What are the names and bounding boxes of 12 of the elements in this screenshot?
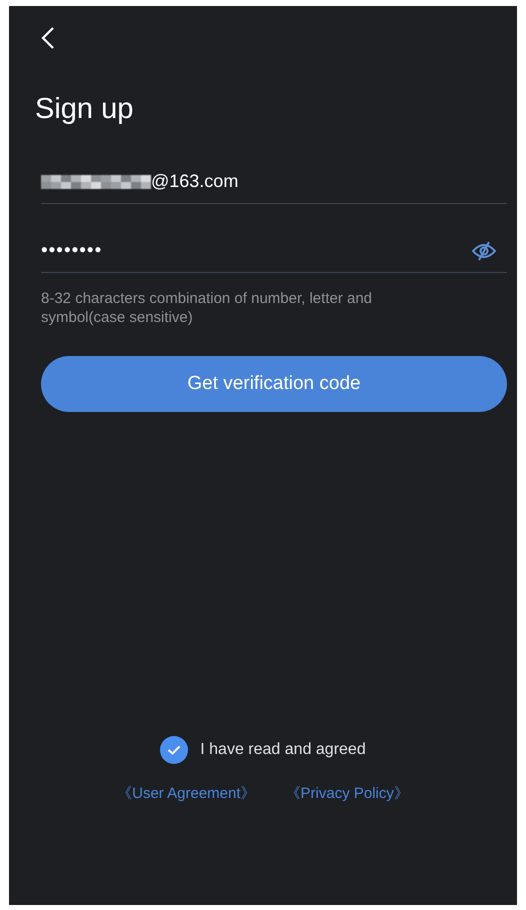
get-code-button[interactable]: Get verification code: [41, 356, 507, 412]
page-title: Sign up: [35, 92, 134, 127]
eye-slash-icon[interactable]: [471, 240, 497, 261]
password-field[interactable]: ••••••••: [41, 230, 507, 273]
back-icon[interactable]: [41, 26, 55, 50]
password-hint: 8-32 characters combination of number, letter and symbol(case sensitive): [41, 288, 374, 328]
agreement-link[interactable]: 《User Agreement》: [117, 784, 256, 803]
agree-checkbox[interactable]: [160, 736, 188, 764]
email-field[interactable]: @163.com: [41, 160, 507, 204]
agreement-text: I have read and agreed: [200, 741, 366, 759]
check-icon: [167, 745, 182, 755]
agreement-link[interactable]: 《Privacy Policy》: [286, 784, 409, 803]
